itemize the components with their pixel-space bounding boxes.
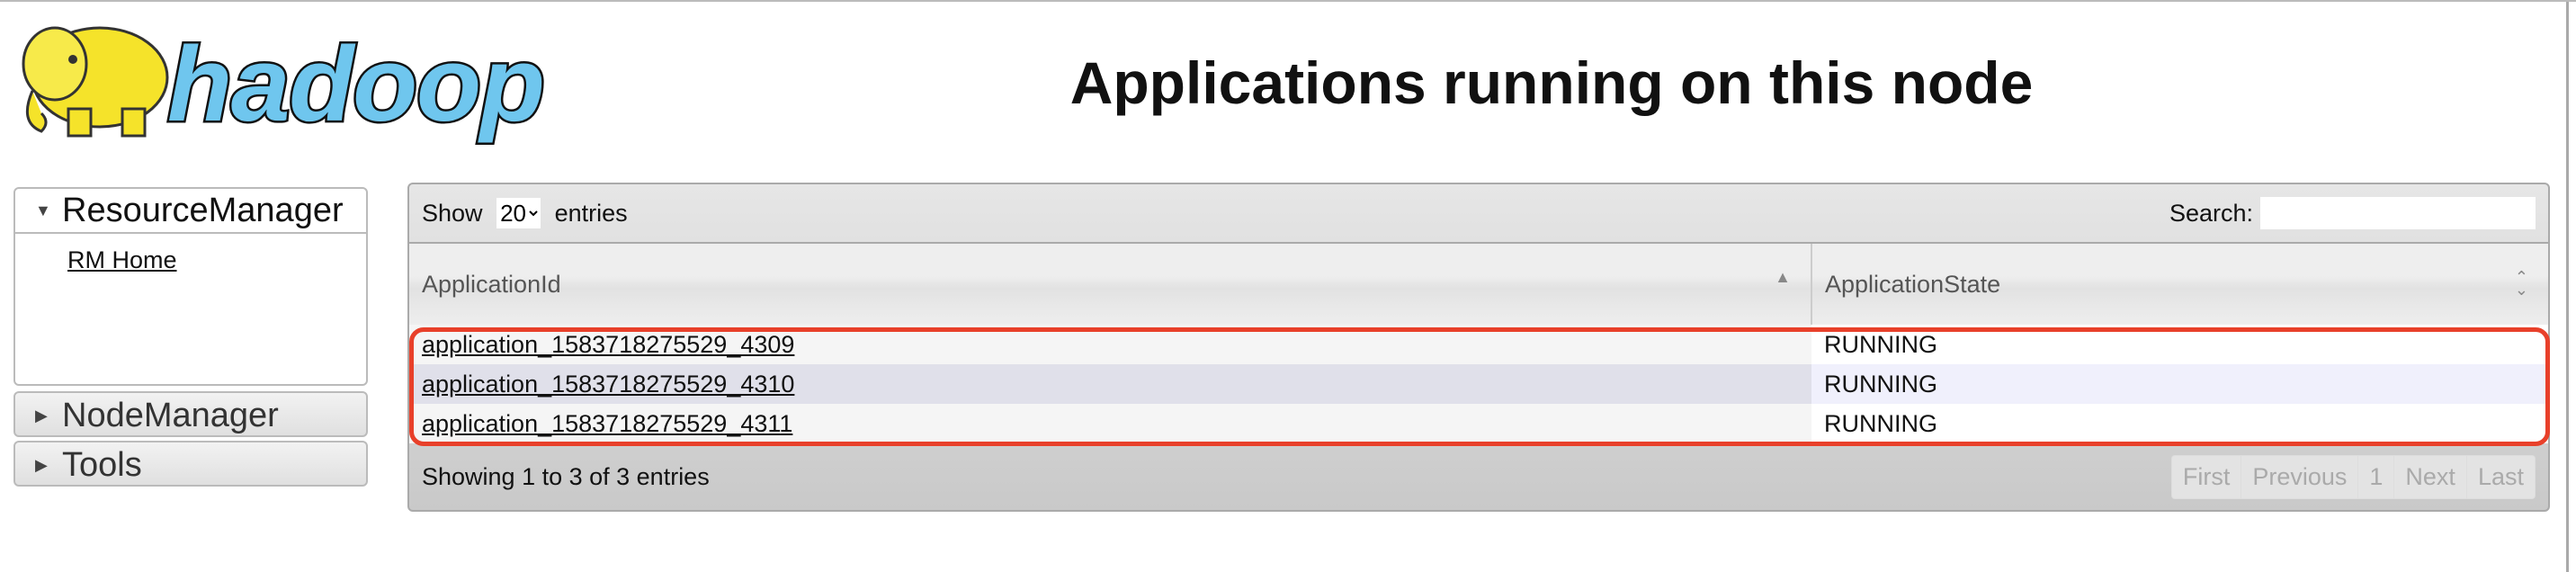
- page-size-select[interactable]: 20: [496, 198, 541, 228]
- application-state: RUNNING: [1811, 404, 2548, 443]
- sidebar-section-resourcemanager: ▼ ResourceManager RM Home: [13, 187, 368, 386]
- applications-table-panel: Show 20 entries Search: ApplicationId ▲ A…: [407, 183, 2550, 512]
- table-row: application_1583718275529_4311 RUNNING: [409, 404, 2548, 443]
- column-header-applicationid[interactable]: ApplicationId ▲: [409, 244, 1812, 325]
- table-toolbar: Show 20 entries Search:: [409, 184, 2548, 244]
- application-state: RUNNING: [1811, 325, 2548, 364]
- sort-ascending-icon: ▲: [1775, 268, 1791, 286]
- table-info: Showing 1 to 3 of 3 entries: [422, 462, 710, 490]
- elephant-icon: [22, 26, 169, 138]
- pager-first[interactable]: First: [2172, 455, 2242, 498]
- application-state: RUNNING: [1811, 364, 2548, 404]
- triangle-right-icon: ▶: [35, 406, 48, 425]
- applications-table: ApplicationId ▲ ApplicationState ⌃ ⌄ applic…: [409, 244, 2548, 443]
- table-row: application_1583718275529_4309 RUNNING: [409, 325, 2548, 364]
- application-id-link[interactable]: application_1583718275529_4310: [422, 371, 794, 398]
- triangle-right-icon: ▶: [35, 455, 48, 474]
- rm-home-link[interactable]: RM Home: [67, 246, 366, 274]
- application-id-link[interactable]: application_1583718275529_4311: [422, 410, 792, 437]
- pagination: First Previous 1 Next Last: [2170, 454, 2536, 499]
- column-header-applicationstate[interactable]: ApplicationState ⌃ ⌄: [1811, 244, 2548, 325]
- application-id-link[interactable]: application_1583718275529_4309: [422, 331, 794, 358]
- pager-previous[interactable]: Previous: [2241, 455, 2359, 498]
- pager-last[interactable]: Last: [2467, 456, 2535, 498]
- svg-text:hadoop: hadoop: [167, 25, 545, 144]
- page-size-control: Show 20 entries: [422, 198, 628, 228]
- sort-both-icon: ⌃ ⌄: [2514, 268, 2528, 299]
- table-footer: Showing 1 to 3 of 3 entries First Previo…: [409, 443, 2548, 510]
- sidebar-header-resourcemanager[interactable]: ▼ ResourceManager: [15, 189, 366, 234]
- window-edge: [2566, 2, 2569, 572]
- search-control: Search:: [2169, 197, 2536, 229]
- pager-page-1[interactable]: 1: [2358, 455, 2395, 498]
- pager-next[interactable]: Next: [2394, 455, 2467, 498]
- triangle-down-icon: ▼: [35, 201, 51, 219]
- page-title: Applications running on this node: [1069, 49, 2034, 116]
- sidebar-section-tools[interactable]: ▶ Tools: [13, 441, 368, 487]
- hadoop-logo: hadoop: [22, 23, 548, 145]
- search-input[interactable]: [2260, 197, 2536, 229]
- sidebar-section-nodemanager[interactable]: ▶ NodeManager: [13, 391, 368, 437]
- table-row: application_1583718275529_4310 RUNNING: [409, 364, 2548, 404]
